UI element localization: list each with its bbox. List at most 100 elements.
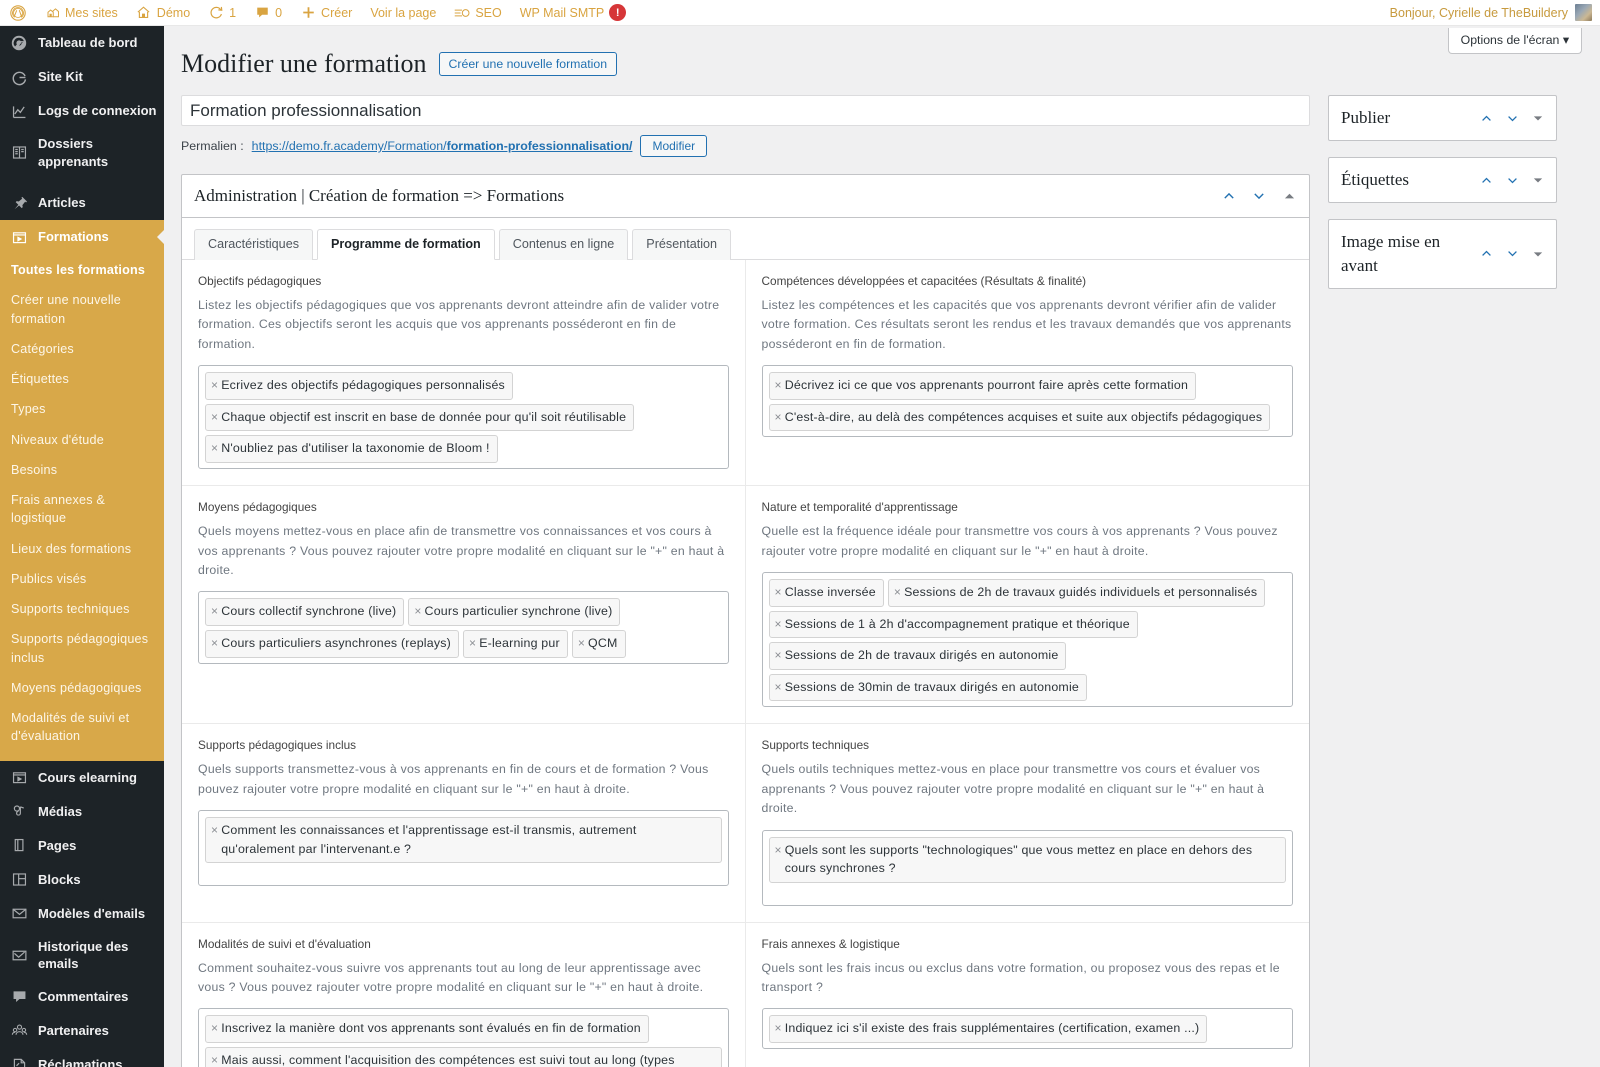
- sidebar-subitem-categories[interactable]: Catégories: [0, 334, 164, 364]
- token[interactable]: × Chaque objectif est inscrit en base de …: [205, 403, 635, 432]
- screen-options-button[interactable]: Options de l'écran ▾: [1447, 28, 1582, 54]
- toggle-panel-icon[interactable]: [1275, 182, 1303, 210]
- remove-token-icon[interactable]: ×: [775, 841, 782, 859]
- adminbar-account-area[interactable]: Bonjour, Cyrielle de TheBuildery: [1390, 4, 1600, 21]
- remove-token-icon[interactable]: ×: [211, 1019, 218, 1037]
- token-input-modalites-de-suivi[interactable]: × Inscrivez la manière dont vos apprenant…: [198, 1008, 729, 1067]
- tab-contenus-en-ligne[interactable]: Contenus en ligne: [498, 228, 629, 260]
- sidebar-item-modeles-demails[interactable]: Modèles d'emails: [0, 897, 164, 931]
- sidebar-subitem-creer-une-nouvelle-formation[interactable]: Créer une nouvelle formation: [0, 285, 164, 334]
- token[interactable]: × Classe inversée: [768, 578, 884, 607]
- sidebar-item-reclamations[interactable]: Réclamations: [0, 1048, 164, 1067]
- remove-token-icon[interactable]: ×: [211, 634, 218, 652]
- token-input-nature-et-temporalite[interactable]: × Classe inversée × Sessions de 2h de trav…: [761, 571, 1293, 708]
- adminbar-new-content[interactable]: Créer: [291, 0, 361, 26]
- token[interactable]: × Quels sont les supports "technologiques…: [768, 836, 1286, 883]
- remove-token-icon[interactable]: ×: [894, 583, 901, 601]
- remove-token-icon[interactable]: ×: [414, 602, 421, 620]
- sidebar-item-commentaires[interactable]: Commentaires: [0, 980, 164, 1014]
- token[interactable]: × Sessions de 30min de travaux dirigés en…: [768, 673, 1087, 702]
- token[interactable]: × QCM: [571, 629, 626, 658]
- token[interactable]: × Mais aussi, comment l'acquisition des c…: [205, 1047, 722, 1067]
- remove-token-icon[interactable]: ×: [578, 634, 585, 652]
- remove-token-icon[interactable]: ×: [775, 1019, 782, 1037]
- token[interactable]: × Cours collectif synchrone (live): [205, 598, 405, 626]
- add-new-formation-button[interactable]: Créer une nouvelle formation: [438, 51, 618, 76]
- sidebar-subitem-moyens-pedagogiques[interactable]: Moyens pédagogiques: [0, 673, 164, 703]
- adminbar-wp-mail-smtp[interactable]: WP Mail SMTP !: [511, 0, 636, 26]
- remove-token-icon[interactable]: ×: [211, 376, 218, 394]
- remove-token-icon[interactable]: ×: [211, 408, 218, 426]
- permalink-url[interactable]: https://demo.fr.academy/Formation/format…: [252, 139, 633, 153]
- remove-token-icon[interactable]: ×: [775, 376, 782, 394]
- sidebar-item-medias[interactable]: Médias: [0, 795, 164, 829]
- remove-token-icon[interactable]: ×: [211, 1051, 218, 1067]
- toggle-panel-icon[interactable]: [1526, 106, 1550, 130]
- edit-permalink-button[interactable]: Modifier: [640, 135, 708, 158]
- remove-token-icon[interactable]: ×: [775, 646, 782, 664]
- sidebar-subitem-modalites-de-suivi-et-devaluation[interactable]: Modalités de suivi et d'évaluation: [0, 703, 164, 752]
- sidebar-item-articles[interactable]: Articles: [0, 186, 164, 220]
- remove-token-icon[interactable]: ×: [775, 408, 782, 426]
- remove-token-icon[interactable]: ×: [211, 602, 218, 620]
- token-input-supports-pedagogiques-inclus[interactable]: × Comment les connaissances et l'apprenti…: [198, 810, 729, 887]
- move-down-icon[interactable]: [1500, 168, 1524, 192]
- adminbar-view-page[interactable]: Voir la page: [361, 0, 445, 26]
- token[interactable]: × Inscrivez la manière dont vos apprenant…: [205, 1015, 649, 1044]
- sidebar-item-cours-elearning[interactable]: Cours elearning: [0, 761, 164, 795]
- sidebar-subitem-types[interactable]: Types: [0, 394, 164, 424]
- remove-token-icon[interactable]: ×: [469, 634, 476, 652]
- token-input-competences-developpees[interactable]: × Décrivez ici ce que vos apprenants pour…: [761, 365, 1293, 438]
- adminbar-updates[interactable]: 1: [199, 0, 245, 26]
- token[interactable]: × Indiquez ici s'il existe des frais supp…: [768, 1015, 1208, 1044]
- sidebar-item-pages[interactable]: Pages: [0, 829, 164, 863]
- remove-token-icon[interactable]: ×: [775, 615, 782, 633]
- token-input-objectifs-pedagogiques[interactable]: × Ecrivez des objectifs pédagogiques pers…: [198, 365, 729, 470]
- sidebar-subitem-niveaux-detude[interactable]: Niveaux d'étude: [0, 425, 164, 455]
- sidebar-item-formations[interactable]: Formations: [0, 220, 164, 255]
- toggle-panel-icon[interactable]: [1526, 242, 1550, 266]
- sidebar-subitem-etiquettes[interactable]: Étiquettes: [0, 364, 164, 394]
- sidebar-subitem-frais-annexes-logistique[interactable]: Frais annexes & logistique: [0, 485, 164, 534]
- sidebar-subitem-toutes-les-formations[interactable]: Toutes les formations: [0, 255, 164, 285]
- sidebar-item-dossiers-apprenants[interactable]: Dossiers apprenants: [0, 128, 164, 177]
- move-down-icon[interactable]: [1500, 106, 1524, 130]
- token[interactable]: × Cours particulier synchrone (live): [408, 598, 621, 626]
- sidebar-subitem-besoins[interactable]: Besoins: [0, 455, 164, 485]
- remove-token-icon[interactable]: ×: [775, 678, 782, 696]
- sidebar-subitem-publics-vises[interactable]: Publics visés: [0, 564, 164, 594]
- move-up-icon[interactable]: [1474, 106, 1498, 130]
- adminbar-site-name[interactable]: Démo: [127, 0, 199, 26]
- remove-token-icon[interactable]: ×: [775, 583, 782, 601]
- token[interactable]: × N'oubliez pas d'utiliser la taxonomie d…: [205, 435, 498, 464]
- token[interactable]: × Comment les connaissances et l'apprenti…: [205, 817, 722, 864]
- tab-programme-de-formation[interactable]: Programme de formation: [317, 228, 495, 260]
- move-down-icon[interactable]: [1500, 242, 1524, 266]
- adminbar-wordpress-logo[interactable]: [0, 0, 35, 26]
- sidebar-subitem-lieux-des-formations[interactable]: Lieux des formations: [0, 534, 164, 564]
- adminbar-my-sites[interactable]: Mes sites: [35, 0, 127, 26]
- token[interactable]: × Décrivez ici ce que vos apprenants pour…: [768, 372, 1197, 400]
- sidebar-item-historique-des-emails[interactable]: Historique des emails: [0, 931, 164, 980]
- token[interactable]: × E-learning pur: [462, 629, 568, 658]
- sidebar-item-logs-de-connexion[interactable]: Logs de connexion: [0, 94, 164, 128]
- move-up-icon[interactable]: [1474, 242, 1498, 266]
- remove-token-icon[interactable]: ×: [211, 439, 218, 457]
- move-up-icon[interactable]: [1215, 182, 1243, 210]
- token-input-frais-annexes-logistique[interactable]: × Indiquez ici s'il existe des frais supp…: [761, 1008, 1293, 1050]
- sidebar-item-tableau-de-bord[interactable]: Tableau de bord: [0, 26, 164, 60]
- token[interactable]: × Sessions de 1 à 2h d'accompagnement pra…: [768, 610, 1138, 639]
- remove-token-icon[interactable]: ×: [211, 821, 218, 839]
- token[interactable]: × Ecrivez des objectifs pédagogiques pers…: [205, 372, 513, 400]
- adminbar-seo[interactable]: SEO: [445, 0, 510, 26]
- sidebar-subitem-supports-pedagogiques-inclus[interactable]: Supports pédagogiques inclus: [0, 624, 164, 673]
- token[interactable]: × Sessions de 2h de travaux guidés indivi…: [887, 578, 1266, 607]
- sidebar-item-site-kit[interactable]: Site Kit: [0, 60, 164, 94]
- sidebar-item-blocks[interactable]: Blocks: [0, 863, 164, 897]
- sidebar-subitem-supports-techniques[interactable]: Supports techniques: [0, 594, 164, 624]
- tab-presentation[interactable]: Présentation: [632, 228, 732, 260]
- move-up-icon[interactable]: [1474, 168, 1498, 192]
- token[interactable]: × C'est-à-dire, au delà des compétences a…: [768, 403, 1271, 432]
- post-title-input[interactable]: [181, 95, 1310, 127]
- token[interactable]: × Cours particuliers asynchrones (replays…: [205, 629, 459, 658]
